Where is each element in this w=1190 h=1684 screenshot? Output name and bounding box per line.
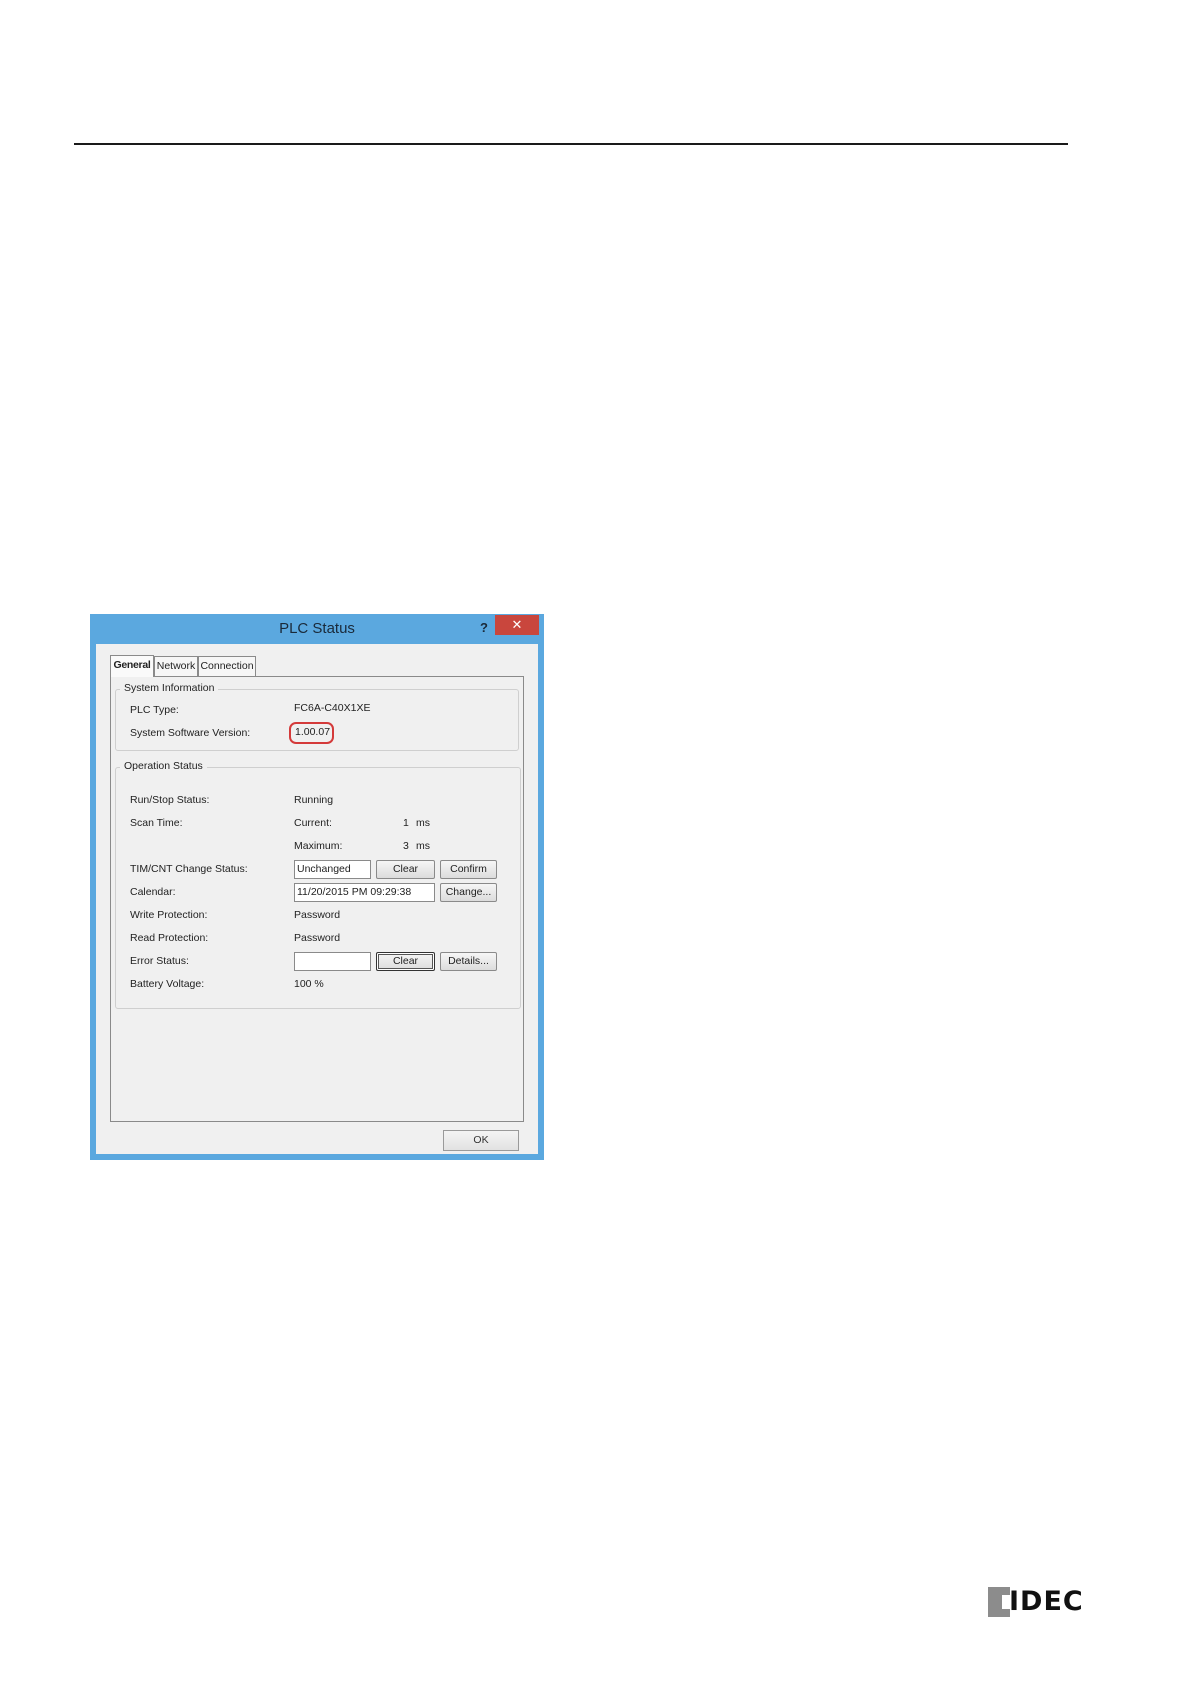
scan-time-label: Scan Time: bbox=[130, 817, 183, 829]
timcnt-change-status-field[interactable]: Unchanged bbox=[294, 860, 371, 879]
maximum-label: Maximum: bbox=[294, 840, 343, 852]
plc-type-label: PLC Type: bbox=[130, 704, 179, 716]
help-button[interactable]: ? bbox=[473, 618, 495, 638]
error-clear-button[interactable]: Clear bbox=[376, 952, 435, 971]
run-stop-value: Running bbox=[294, 794, 334, 806]
tab-general[interactable]: General bbox=[110, 655, 154, 677]
idec-logo: IDEC bbox=[988, 1587, 1083, 1617]
read-protection-label: Read Protection: bbox=[130, 932, 209, 944]
system-information-title: System Information bbox=[120, 682, 219, 694]
system-information-group: System Information PLC Type: FC6A-C40X1X… bbox=[115, 682, 519, 751]
write-protection-value: Password bbox=[294, 909, 341, 921]
current-value: 1 bbox=[403, 817, 409, 829]
general-tab-panel: System Information PLC Type: FC6A-C40X1X… bbox=[110, 676, 524, 1122]
logo-text: IDEC bbox=[1009, 1586, 1084, 1617]
current-unit: ms bbox=[416, 817, 430, 829]
close-icon: ✕ bbox=[511, 617, 523, 632]
header-rule bbox=[74, 143, 1068, 145]
title-bar[interactable]: PLC Status ? ✕ bbox=[90, 614, 544, 644]
timcnt-change-status-label: TIM/CNT Change Status: bbox=[130, 863, 248, 875]
system-software-version-label: System Software Version: bbox=[130, 727, 251, 739]
battery-voltage-label: Battery Voltage: bbox=[130, 978, 205, 990]
calendar-change-button[interactable]: Change... bbox=[440, 883, 497, 902]
timcnt-clear-button[interactable]: Clear bbox=[376, 860, 435, 879]
maximum-unit: ms bbox=[416, 840, 430, 852]
calendar-field[interactable]: 11/20/2015 PM 09:29:38 bbox=[294, 883, 435, 902]
error-status-field[interactable] bbox=[294, 952, 371, 971]
operation-status-title: Operation Status bbox=[120, 760, 207, 772]
current-label: Current: bbox=[294, 817, 332, 829]
calendar-label: Calendar: bbox=[130, 886, 176, 898]
ok-button[interactable]: OK bbox=[443, 1130, 519, 1151]
write-protection-label: Write Protection: bbox=[130, 909, 208, 921]
close-button[interactable]: ✕ bbox=[495, 615, 539, 635]
plc-status-dialog: PLC Status ? ✕ General Network Connectio… bbox=[90, 614, 544, 1160]
dialog-body: General Network Connection System Inform… bbox=[96, 644, 538, 1154]
timcnt-confirm-button[interactable]: Confirm bbox=[440, 860, 497, 879]
error-details-button[interactable]: Details... bbox=[440, 952, 497, 971]
read-protection-value: Password bbox=[294, 932, 341, 944]
plc-type-value: FC6A-C40X1XE bbox=[294, 702, 371, 714]
system-software-version-value: 1.00.07 bbox=[295, 726, 331, 738]
error-status-label: Error Status: bbox=[130, 955, 189, 967]
operation-status-group: Operation Status Run/Stop Status: Runnin… bbox=[115, 760, 521, 1009]
maximum-value: 3 bbox=[403, 840, 409, 852]
run-stop-label: Run/Stop Status: bbox=[130, 794, 210, 806]
tab-connection[interactable]: Connection bbox=[198, 656, 256, 676]
battery-voltage-value: 100 % bbox=[294, 978, 324, 990]
tab-network[interactable]: Network bbox=[154, 656, 198, 676]
